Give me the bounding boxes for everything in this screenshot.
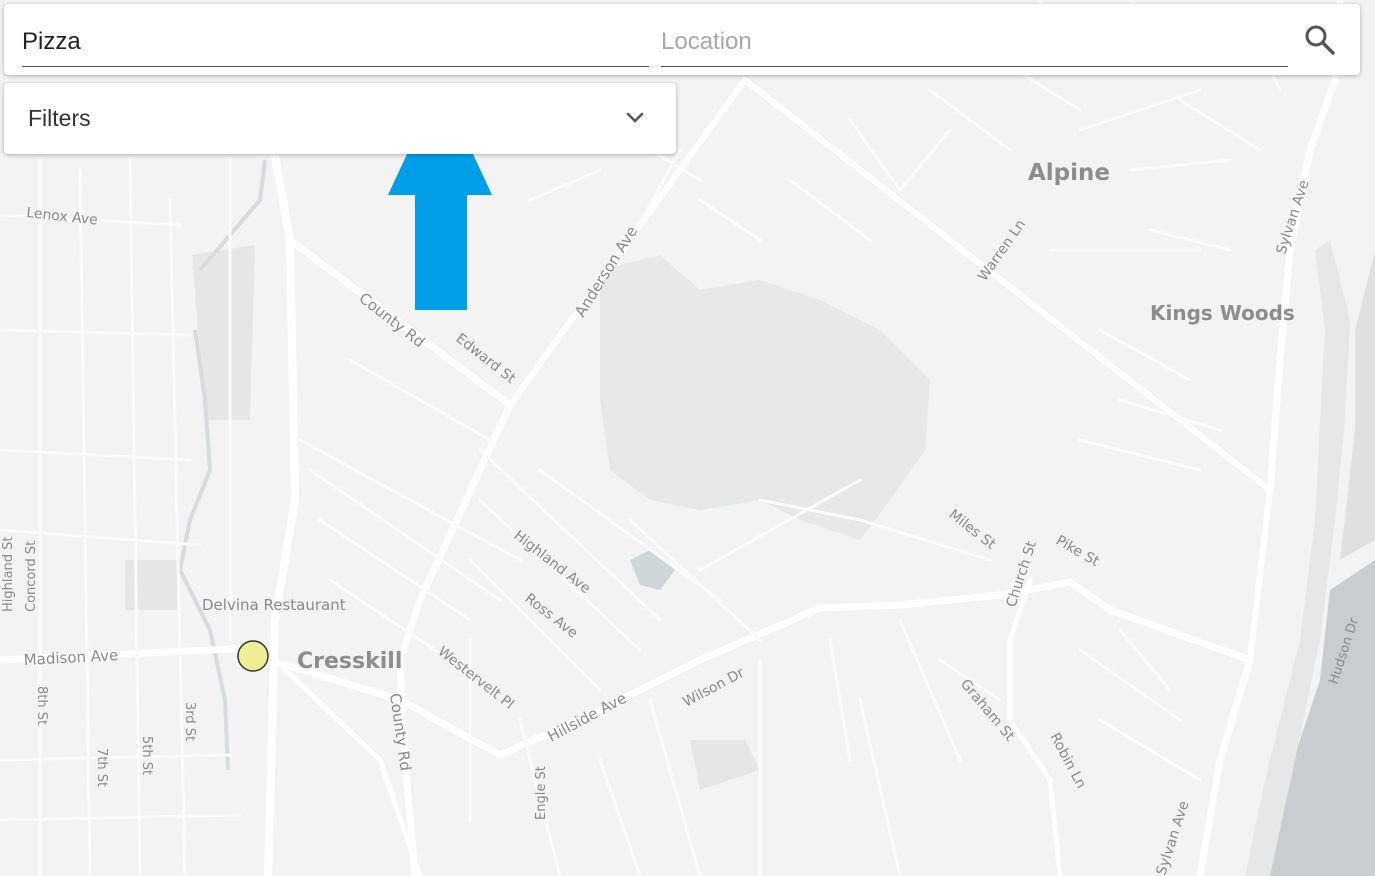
map-label-name: Delvina Restaurant — [202, 596, 346, 614]
map-label-third-st: 3rd St — [182, 702, 197, 741]
location-field[interactable] — [661, 18, 1288, 67]
query-field[interactable] — [22, 18, 649, 67]
map-label-engle-st: Engle St — [534, 766, 549, 820]
map-label-concord-st: Concord St — [24, 541, 39, 612]
search-icon — [1305, 25, 1335, 55]
map-label-alpine: Alpine — [1028, 160, 1110, 186]
location-input[interactable] — [661, 18, 1288, 66]
filters-dropdown[interactable]: Filters — [4, 83, 676, 154]
map-label-cresskill: Cresskill — [297, 649, 402, 674]
map-label-highland-st: Highland St — [1, 537, 16, 612]
search-button[interactable] — [1302, 22, 1338, 58]
park-sw — [125, 560, 180, 610]
poi-marker[interactable] — [237, 640, 269, 672]
query-input[interactable] — [22, 18, 649, 66]
map-label-eighth-st: 8th St — [34, 686, 49, 725]
search-bar — [4, 4, 1360, 75]
map-label-fifth-st: 5th St — [139, 736, 154, 775]
map-label-kings-woods: Kings Woods — [1150, 301, 1295, 325]
chevron-down-icon — [626, 112, 644, 123]
filters-label: Filters — [28, 105, 91, 131]
map-label-seventh-st: 7th St — [94, 748, 109, 787]
